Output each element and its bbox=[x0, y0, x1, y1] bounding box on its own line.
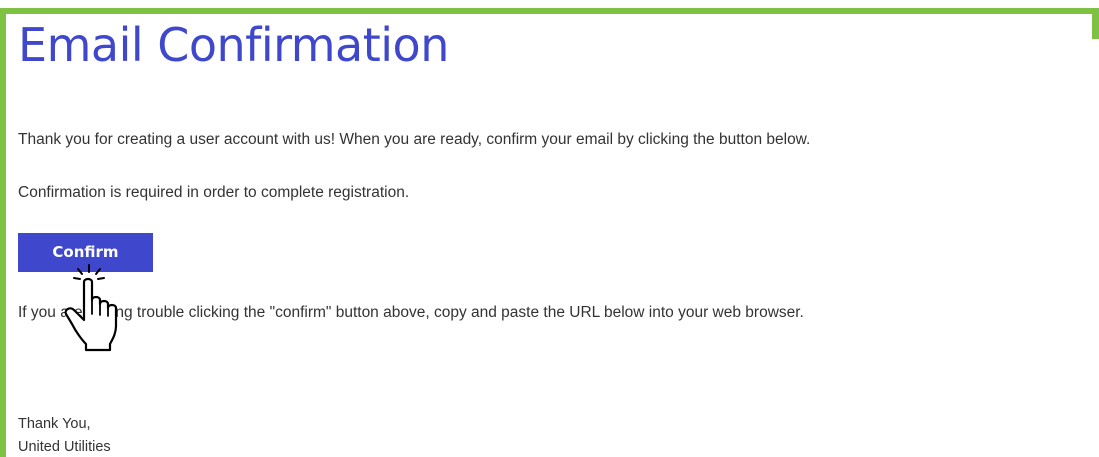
green-border-left bbox=[0, 8, 6, 457]
page-title: Email Confirmation bbox=[18, 18, 449, 72]
trouble-text: If you are having trouble clicking the "… bbox=[18, 304, 804, 321]
email-confirmation-page: Email Confirmation Thank you for creatin… bbox=[0, 0, 1099, 457]
requirement-text: Confirmation is required in order to com… bbox=[18, 184, 410, 201]
green-border-right bbox=[1092, 8, 1099, 39]
signature-text: United Utilities bbox=[18, 439, 111, 455]
hand-pointer-icon bbox=[64, 264, 118, 352]
intro-text: Thank you for creating a user account wi… bbox=[18, 131, 811, 148]
signoff-text: Thank You, bbox=[18, 416, 91, 432]
email-body: Email Confirmation Thank you for creatin… bbox=[18, 0, 1088, 457]
